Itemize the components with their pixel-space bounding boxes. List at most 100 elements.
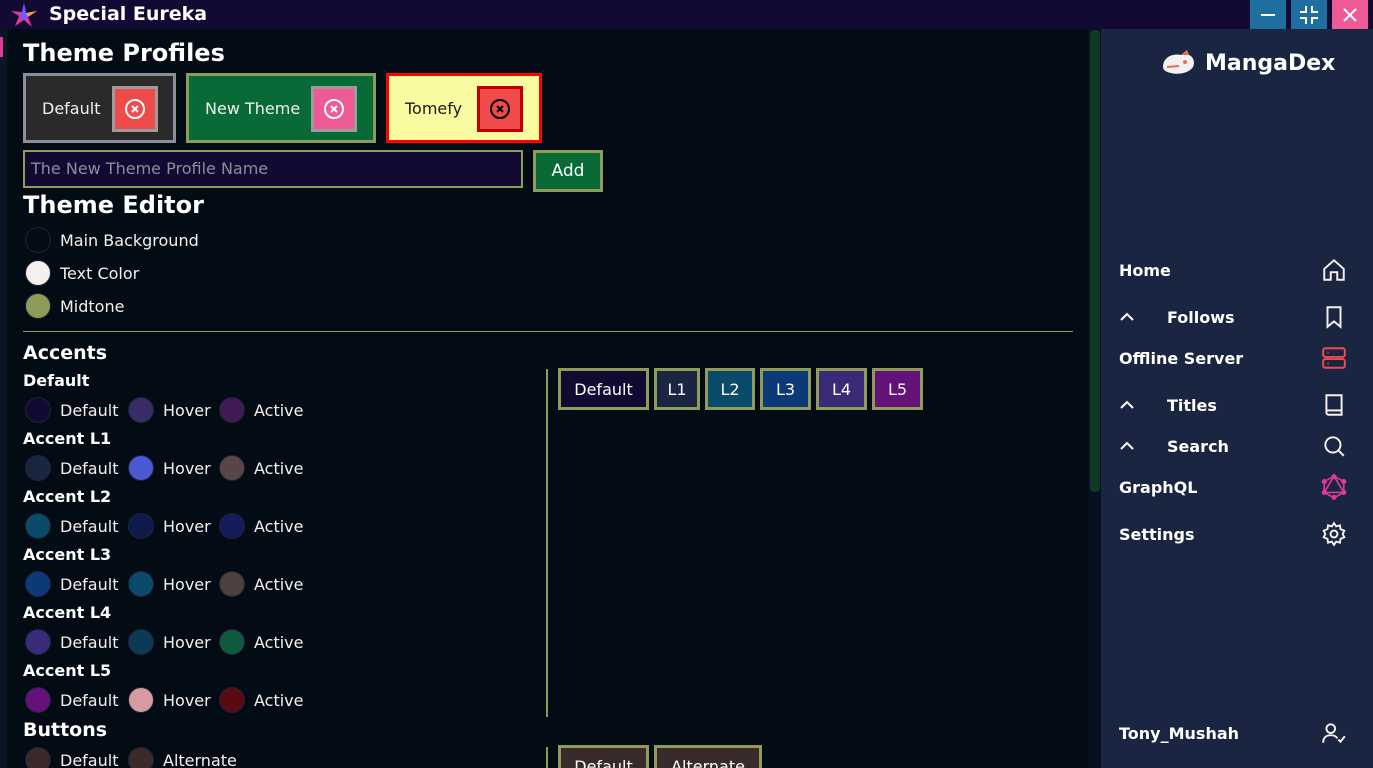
color-dot[interactable] <box>219 455 245 481</box>
sidebar-item-search[interactable]: Search <box>1119 431 1347 461</box>
accent-default-swatches: Default Hover Active <box>25 397 304 423</box>
color-dot[interactable] <box>128 747 154 768</box>
swatch-label: Active <box>254 632 304 652</box>
sidebar-item-offline-server[interactable]: Offline Server <box>1119 343 1347 373</box>
sidebar-item-label: Settings <box>1119 524 1195 544</box>
color-dot[interactable] <box>219 397 245 423</box>
swatch-label: Hover <box>163 690 211 710</box>
accent-group-title: Default <box>23 371 90 390</box>
brand[interactable]: MangaDex <box>1159 47 1335 79</box>
add-profile-button[interactable]: Add <box>533 150 603 192</box>
delete-profile-button[interactable] <box>311 86 357 132</box>
color-dot[interactable] <box>25 747 51 768</box>
sidebar: MangaDex Home Follows Offline Server Tit… <box>1101 29 1373 768</box>
swatch-label: Text Color <box>60 263 140 283</box>
accent-group-title: Accent L4 <box>23 603 112 622</box>
new-profile-name-input[interactable]: The New Theme Profile Name <box>23 150 523 188</box>
preview-button-l2[interactable]: L2 <box>705 368 755 410</box>
color-dot[interactable] <box>25 513 51 539</box>
close-icon <box>1343 7 1357 22</box>
preview-button-l3[interactable]: L3 <box>760 368 811 410</box>
sidebar-item-settings[interactable]: Settings <box>1119 519 1347 549</box>
theme-profiles-heading: Theme Profiles <box>23 39 225 67</box>
sidebar-item-titles[interactable]: Titles <box>1119 390 1347 420</box>
close-circle-icon <box>490 99 510 119</box>
main-background-swatch[interactable]: Main Background <box>25 227 199 253</box>
app-title: Special Eureka <box>49 3 208 25</box>
scrollbar-thumb[interactable] <box>1090 30 1100 492</box>
close-button[interactable] <box>1332 0 1368 29</box>
color-dot[interactable] <box>219 513 245 539</box>
color-dot[interactable] <box>25 293 51 319</box>
color-dot[interactable] <box>25 687 51 713</box>
accent-l4-swatches: Default Hover Active <box>25 629 304 655</box>
username: Tony_Mushah <box>1119 723 1240 743</box>
preview-button-alternate[interactable]: Alternate <box>654 745 762 768</box>
swatch-label: Active <box>254 458 304 478</box>
color-dot[interactable] <box>219 629 245 655</box>
user-check-icon <box>1322 723 1346 744</box>
chevron-up-icon[interactable] <box>1119 312 1149 322</box>
delete-profile-button[interactable] <box>477 86 523 132</box>
sidebar-item-home[interactable]: Home <box>1119 255 1347 285</box>
preview-button-l1[interactable]: L1 <box>654 368 700 410</box>
color-dot[interactable] <box>25 260 51 286</box>
swatch-label: Default <box>60 750 119 768</box>
close-circle-icon <box>125 99 145 119</box>
theme-settings-panel: Theme Profiles Default New Theme Tomefy … <box>7 29 1087 768</box>
sidebar-item-label: Search <box>1167 436 1229 456</box>
sidebar-item-label: Follows <box>1167 307 1235 327</box>
color-dot[interactable] <box>128 687 154 713</box>
sidebar-item-label: Offline Server <box>1119 348 1244 368</box>
preview-button-default[interactable]: Default <box>558 368 649 410</box>
swatch-label: Active <box>254 400 304 420</box>
accent-l3-swatches: Default Hover Active <box>25 571 304 597</box>
delete-profile-button[interactable] <box>112 86 158 132</box>
color-dot[interactable] <box>25 397 51 423</box>
profile-tomefy[interactable]: Tomefy <box>386 73 542 143</box>
sidebar-item-label: GraphQL <box>1119 477 1198 497</box>
color-dot[interactable] <box>25 629 51 655</box>
close-circle-icon <box>324 99 344 119</box>
color-dot[interactable] <box>25 227 51 253</box>
color-dot[interactable] <box>25 571 51 597</box>
swatch-label: Hover <box>163 632 211 652</box>
minimize-icon <box>1261 13 1275 16</box>
text-color-swatch[interactable]: Text Color <box>25 260 139 286</box>
profile-name: New Theme <box>205 98 301 118</box>
color-dot[interactable] <box>219 687 245 713</box>
accent-l5-swatches: Default Hover Active <box>25 687 304 713</box>
color-dot[interactable] <box>128 513 154 539</box>
buttons-heading: Buttons <box>23 719 108 741</box>
book-icon <box>1325 394 1343 416</box>
swatch-label: Hover <box>163 574 211 594</box>
sidebar-item-graphql[interactable]: GraphQL <box>1119 472 1347 502</box>
swatch-label: Active <box>254 516 304 536</box>
minimize-button[interactable] <box>1250 0 1286 29</box>
color-dot[interactable] <box>128 629 154 655</box>
color-dot[interactable] <box>128 571 154 597</box>
midtone-swatch[interactable]: Midtone <box>25 293 124 319</box>
restore-button[interactable] <box>1291 0 1327 29</box>
preview-button-l4[interactable]: L4 <box>816 368 867 410</box>
profile-new-theme[interactable]: New Theme <box>186 73 376 143</box>
preview-button-default[interactable]: Default <box>558 745 649 768</box>
sidebar-item-follows[interactable]: Follows <box>1119 302 1347 332</box>
swatch-label: Hover <box>163 400 211 420</box>
color-dot[interactable] <box>219 571 245 597</box>
preview-button-l5[interactable]: L5 <box>872 368 923 410</box>
accent-l1-swatches: Default Hover Active <box>25 455 304 481</box>
bookmark-icon <box>1326 306 1342 329</box>
profile-name: Tomefy <box>405 98 463 118</box>
chevron-up-icon[interactable] <box>1119 441 1149 451</box>
color-dot[interactable] <box>128 397 154 423</box>
title-bar: Special Eureka <box>0 0 1373 29</box>
button-swatches: Default Alternate <box>25 747 237 768</box>
color-dot[interactable] <box>128 455 154 481</box>
profile-default[interactable]: Default <box>23 73 176 143</box>
chevron-up-icon[interactable] <box>1119 400 1149 410</box>
accents-heading: Accents <box>23 342 108 364</box>
sidebar-user[interactable]: Tony_Mushah <box>1119 718 1347 748</box>
swatch-label: Active <box>254 690 304 710</box>
color-dot[interactable] <box>25 455 51 481</box>
